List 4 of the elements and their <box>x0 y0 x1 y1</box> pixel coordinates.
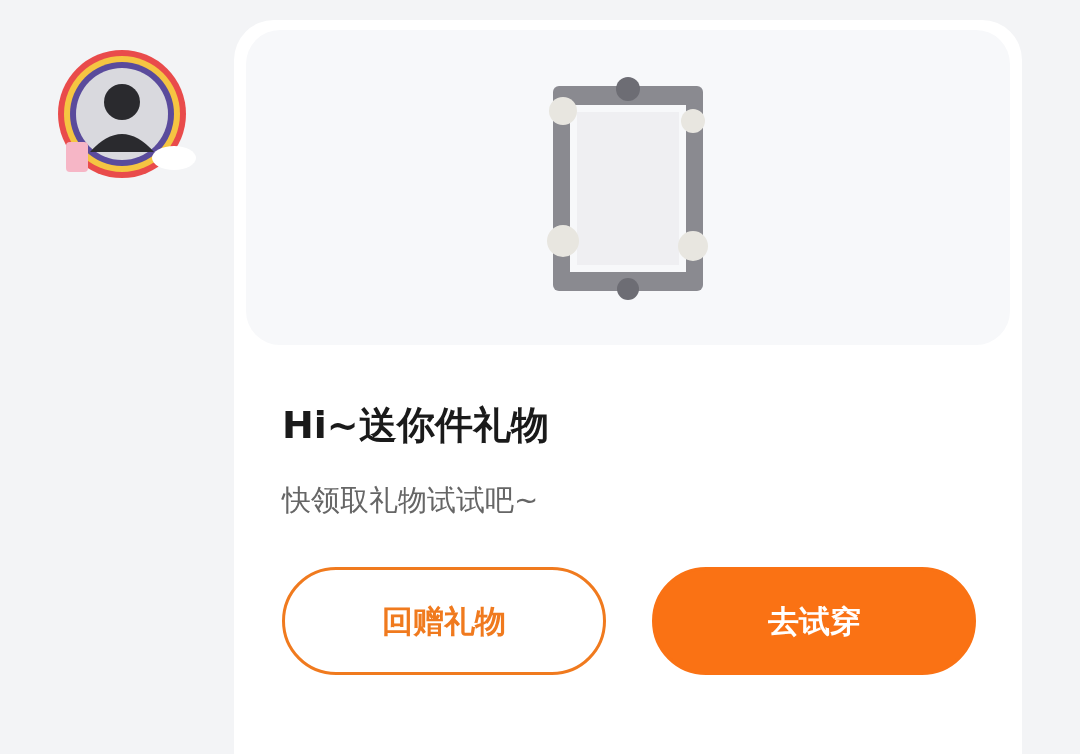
card-title: Hi~送你件礼物 <box>282 403 550 449</box>
try-on-button[interactable]: 去试穿 <box>652 567 976 676</box>
card-subtitle: 快领取礼物试试吧~ <box>282 482 540 518</box>
return-gift-button[interactable]: 回赠礼物 <box>282 567 606 676</box>
